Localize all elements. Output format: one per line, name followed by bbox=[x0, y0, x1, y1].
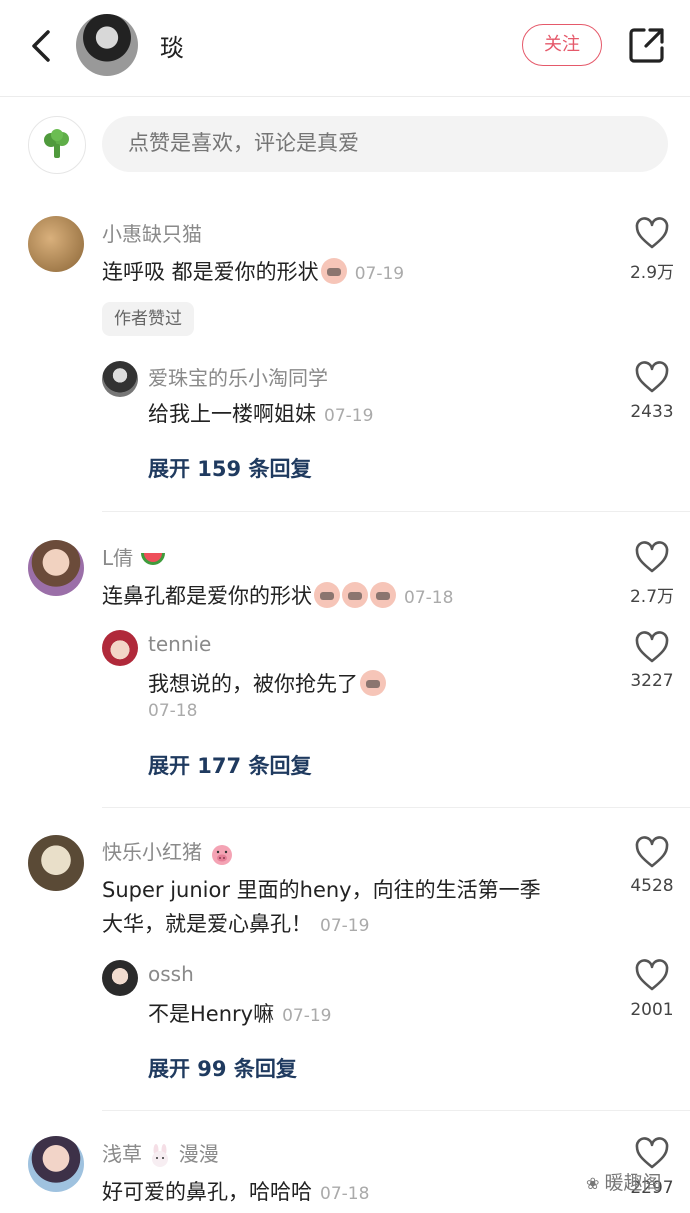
heart-icon[interactable] bbox=[634, 1136, 670, 1170]
comment-input[interactable] bbox=[102, 116, 668, 172]
like-count: 2.7万 bbox=[629, 587, 675, 607]
cry-emoji-icon bbox=[320, 258, 347, 284]
commenter-avatar[interactable] bbox=[28, 1136, 84, 1192]
comment-text-line1: Super junior 里面的heny，向往的生活第一季 bbox=[102, 878, 541, 902]
share-icon[interactable] bbox=[628, 26, 666, 64]
reply-avatar[interactable] bbox=[102, 960, 138, 996]
watermelon-icon bbox=[140, 552, 165, 565]
reply-user-name[interactable]: 爱珠宝的乐小淘同学 bbox=[148, 362, 328, 391]
heart-icon[interactable] bbox=[634, 630, 670, 664]
heart-icon[interactable] bbox=[634, 540, 670, 574]
rabbit-icon bbox=[152, 1143, 169, 1167]
reply-date: 07-18 bbox=[148, 701, 198, 721]
reply-avatar[interactable] bbox=[102, 630, 138, 666]
commenter-name[interactable]: L倩 bbox=[102, 542, 166, 571]
reply-text: 不是Henry嘛 07-19 bbox=[148, 1002, 332, 1026]
reply-user-name[interactable]: ossh bbox=[148, 962, 194, 986]
heart-icon[interactable] bbox=[634, 835, 670, 869]
comment-text-line2: 大华，就是爱心鼻孔！ 07-19 bbox=[102, 912, 370, 936]
commenter-name[interactable]: 小惠缺只猫 bbox=[102, 218, 202, 247]
broccoli-icon bbox=[44, 129, 69, 158]
commenter-avatar[interactable] bbox=[28, 540, 84, 596]
heart-icon[interactable] bbox=[634, 360, 670, 394]
like-count: 4528 bbox=[630, 876, 674, 896]
like-count: 2.9万 bbox=[629, 263, 675, 283]
reply-avatar[interactable] bbox=[102, 361, 138, 397]
commenter-name[interactable]: 快乐小红猪 bbox=[102, 836, 236, 866]
author-name[interactable]: 琰 bbox=[160, 28, 184, 63]
comment-text: 连呼吸 都是爱你的形状 07-19 bbox=[102, 258, 405, 284]
reply-user-name[interactable]: tennie bbox=[148, 632, 211, 656]
reply-text: 我想说的，被你抢先了 bbox=[148, 668, 386, 698]
like-count: 2433 bbox=[630, 402, 674, 422]
commenter-avatar[interactable] bbox=[28, 835, 84, 891]
heart-icon[interactable] bbox=[634, 958, 670, 992]
watermark: ❀ 暖趣阁 bbox=[586, 1172, 662, 1194]
comment-text: 好可爱的鼻孔，哈哈哈 07-18 bbox=[102, 1180, 370, 1204]
comment-separator bbox=[102, 1110, 690, 1111]
header-divider bbox=[0, 96, 690, 97]
author-avatar[interactable] bbox=[76, 14, 138, 76]
my-avatar[interactable] bbox=[28, 116, 86, 174]
pig-icon bbox=[212, 844, 233, 865]
wechat-icon: ❀ bbox=[586, 1174, 605, 1193]
reply-text: 给我上一楼啊姐妹 07-19 bbox=[148, 402, 374, 426]
commenter-name[interactable]: 浅草 漫漫 bbox=[102, 1138, 219, 1168]
back-arrow-icon[interactable] bbox=[22, 26, 62, 66]
expand-replies-link[interactable]: 展开 159 条回复 bbox=[148, 453, 311, 483]
commenter-avatar[interactable] bbox=[28, 216, 84, 272]
author-liked-badge: 作者赞过 bbox=[102, 302, 194, 336]
comment-text: 连鼻孔都是爱你的形状 07-18 bbox=[102, 582, 454, 608]
comment-separator bbox=[102, 511, 690, 512]
follow-button[interactable]: 关注 bbox=[522, 24, 602, 66]
expand-replies-link[interactable]: 展开 177 条回复 bbox=[148, 750, 311, 780]
expand-replies-link[interactable]: 展开 99 条回复 bbox=[148, 1053, 297, 1083]
comment-separator bbox=[102, 807, 690, 808]
like-count: 3227 bbox=[630, 671, 674, 691]
like-count: 2001 bbox=[630, 1000, 674, 1020]
heart-icon[interactable] bbox=[634, 216, 670, 250]
